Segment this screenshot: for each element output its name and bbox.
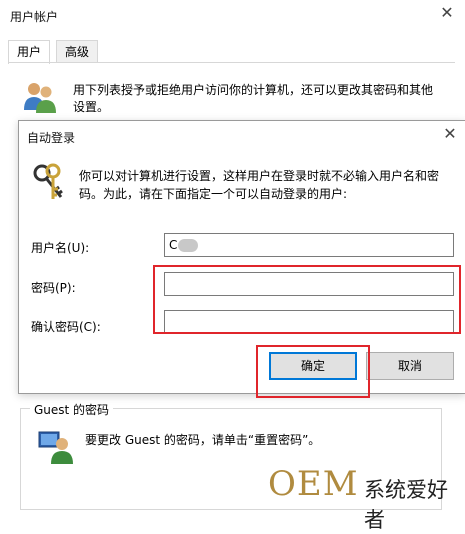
guest-user-icon bbox=[38, 431, 73, 464]
users-icon bbox=[24, 83, 56, 113]
window-title: 用户帐户 bbox=[10, 10, 59, 24]
tab-divider bbox=[8, 62, 455, 63]
cancel-button[interactable]: 取消 bbox=[366, 352, 454, 380]
tab-advanced[interactable]: 高级 bbox=[56, 40, 99, 63]
watermark: OEM 系统爱好者 bbox=[268, 464, 463, 532]
watermark-logo: OEM bbox=[268, 464, 359, 504]
ok-button-highlight bbox=[256, 345, 370, 398]
watermark-text: 系统爱好者 bbox=[364, 478, 448, 532]
redacted-username bbox=[178, 239, 198, 252]
close-icon[interactable]: ✕ bbox=[438, 4, 456, 22]
tab-users[interactable]: 用户 bbox=[8, 40, 51, 64]
password-fields-highlight bbox=[153, 265, 461, 334]
users-description: 用下列表授予或拒绝用户访问你的计算机，还可以更改其密码和其他设置。 bbox=[73, 83, 434, 114]
dialog-title: 自动登录 bbox=[27, 131, 76, 145]
close-icon[interactable]: ✕ bbox=[441, 125, 459, 143]
password-label: 密码(P): bbox=[31, 281, 76, 295]
username-label: 用户名(U): bbox=[31, 241, 90, 255]
guest-group-label: Guest 的密码 bbox=[30, 401, 114, 418]
username-field[interactable]: C bbox=[164, 233, 454, 257]
guest-description: 要更改 Guest 的密码，请单击“重置密码”。 bbox=[85, 433, 321, 447]
auto-logon-dialog: 自动登录 ✕ 你可以对计算机进行设置，这样用户在登录时就不必输入用户名和密码。为… bbox=[18, 120, 465, 394]
confirm-password-label: 确认密码(C): bbox=[31, 320, 101, 334]
username-value: C bbox=[169, 238, 178, 252]
keys-icon bbox=[33, 163, 63, 199]
dialog-description: 你可以对计算机进行设置，这样用户在登录时就不必输入用户名和密码。为此，请在下面指… bbox=[79, 169, 440, 201]
